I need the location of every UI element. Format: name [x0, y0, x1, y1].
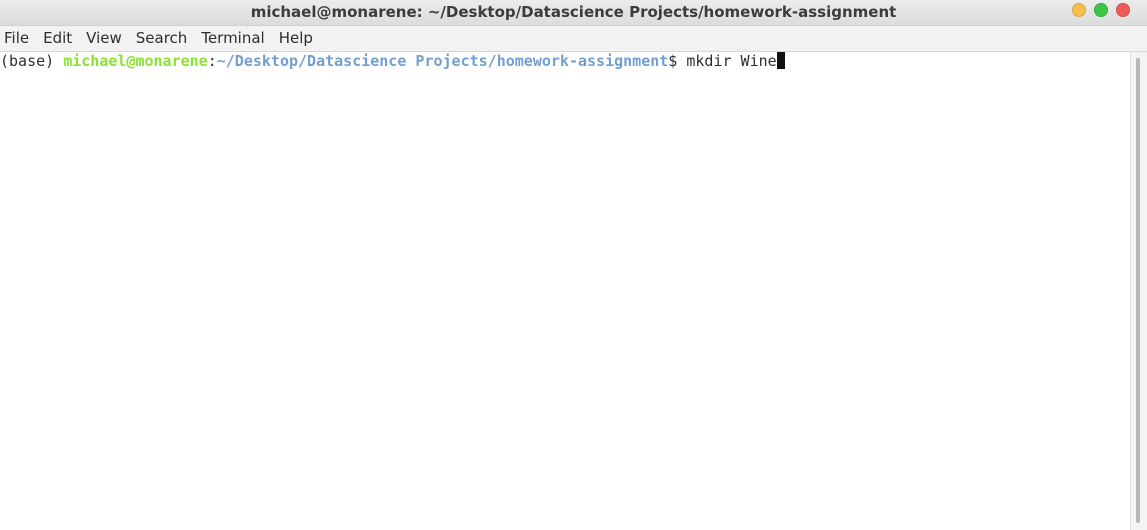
text-cursor: [776, 52, 785, 69]
prompt-dollar: $: [668, 52, 687, 70]
close-button[interactable]: [1116, 3, 1130, 17]
title-bar[interactable]: michael@monarene: ~/Desktop/Datascience …: [0, 0, 1147, 26]
menu-search[interactable]: Search: [136, 26, 188, 51]
menu-file[interactable]: File: [4, 26, 29, 51]
conda-env: (base): [0, 52, 64, 70]
terminal-window: michael@monarene: ~/Desktop/Datascience …: [0, 0, 1147, 530]
menu-view[interactable]: View: [86, 26, 122, 51]
menu-edit[interactable]: Edit: [43, 26, 72, 51]
maximize-button[interactable]: [1094, 3, 1108, 17]
terminal-area[interactable]: (base) michael@monarene:~/Desktop/Datasc…: [0, 52, 1131, 530]
window-title: michael@monarene: ~/Desktop/Datascience …: [250, 3, 897, 21]
prompt-separator: :: [207, 52, 217, 70]
scrollbar[interactable]: [1130, 52, 1147, 530]
menu-terminal[interactable]: Terminal: [201, 26, 264, 51]
scrollbar-thumb[interactable]: [1136, 58, 1140, 523]
window-controls: [1072, 3, 1130, 17]
menu-bar: File Edit View Search Terminal Help: [0, 26, 1147, 52]
command-text: mkdir Wine: [686, 52, 777, 70]
minimize-button[interactable]: [1072, 3, 1086, 17]
prompt-user-host: michael@monarene: [63, 52, 208, 70]
menu-help[interactable]: Help: [279, 26, 313, 51]
command-line: (base) michael@monarene:~/Desktop/Datasc…: [0, 52, 1131, 70]
prompt-path: ~/Desktop/Datascience Projects/homework-…: [216, 52, 669, 70]
